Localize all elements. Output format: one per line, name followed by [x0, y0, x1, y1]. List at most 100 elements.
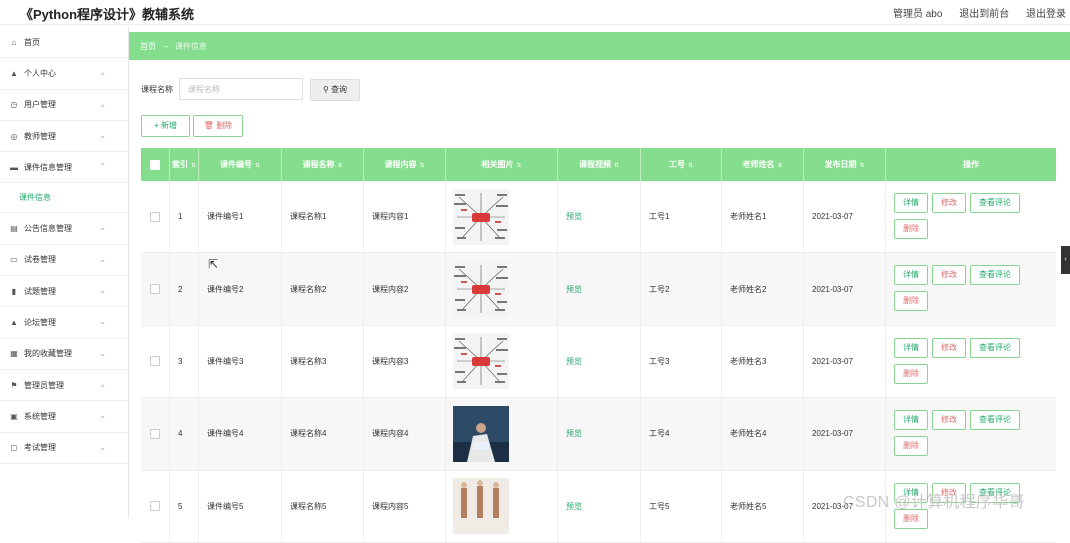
sidebar-subitem-courseware-info[interactable]: 课件信息 [0, 183, 128, 214]
cell-actions: 详情 修改 查看评论 删除 [886, 398, 1056, 469]
sidebar-item-paper-management[interactable]: ▭ 试卷管理 ⌄ [0, 245, 128, 277]
delete-button[interactable]: 🗑 删除 [193, 115, 243, 137]
search-button[interactable]: ⚲ 查询 [310, 79, 360, 101]
video-preview-link[interactable]: 预览 [566, 284, 582, 295]
view-comments-button[interactable]: 查看评论 [970, 193, 1020, 213]
edit-button[interactable]: 修改 [932, 410, 966, 431]
video-preview-link[interactable]: 预览 [566, 428, 582, 439]
plus-icon: + [154, 121, 159, 130]
row-delete-button[interactable]: 删除 [894, 363, 928, 384]
cell-content: 课程内容1 [364, 181, 446, 253]
edit-button[interactable]: 修改 [932, 193, 966, 213]
chevron-down-icon: ⌄ [99, 223, 106, 233]
sidebar-item-user-management[interactable]: ◷ 用户管理 ⌄ [0, 90, 128, 121]
cell-image[interactable] [446, 325, 558, 398]
detail-button[interactable]: 详情 [894, 410, 928, 431]
cell-actions: 详情 修改 查看评论 删除 [886, 253, 1056, 324]
header-name[interactable]: 课程名称 ⇅ [282, 148, 364, 181]
courseware-table: 索引 ⇅ 课件编号 ⇅ 课程名称 ⇅ 课程内容 ⇅ 相关图片 ⇅ 课程视频 ⇅ 工号 ⇅ 老师… [141, 148, 1056, 543]
collapse-tab[interactable]: ‹ [1061, 246, 1070, 274]
header-index[interactable]: 索引 ⇅ [170, 148, 199, 181]
view-comments-button[interactable]: 查看评论 [970, 337, 1020, 358]
add-button[interactable]: + 新增 [141, 115, 190, 137]
search-label: 课程名称 [141, 85, 173, 94]
row-checkbox-cell [141, 181, 170, 253]
row-delete-button[interactable]: 删除 [894, 291, 928, 312]
header-content[interactable]: 课程内容 ⇅ [364, 148, 446, 181]
video-preview-link[interactable]: 预览 [566, 501, 582, 512]
sidebar-item-courseware-management[interactable]: ▬ 课件信息管理 ⌃ [0, 152, 128, 184]
cell-index: 3 [170, 325, 199, 398]
sidebar-item-exam-management[interactable]: ◻ 考试管理 ⌄ [0, 433, 128, 464]
system-icon: ▣ [10, 411, 18, 421]
cell-name: 课程名称1 [282, 181, 364, 253]
header-select-all[interactable] [141, 148, 170, 181]
sidebar-item-notice-management[interactable]: ▤ 公告信息管理 ⌄ [0, 213, 128, 245]
row-checkbox[interactable] [150, 284, 160, 295]
paper-icon: ▭ [10, 255, 18, 265]
sort-icon: ⇅ [254, 163, 261, 169]
header-code[interactable]: 课件编号 ⇅ [199, 148, 282, 181]
sidebar-item-label: 试卷管理 [24, 255, 56, 265]
sidebar-item-home[interactable]: ⌂ 首页 [0, 27, 128, 59]
sidebar-item-forum-management[interactable]: ▲ 论坛管理 ⌄ [0, 307, 128, 339]
cell-actions: 详情 修改 查看评论 删除 [886, 181, 1056, 252]
row-delete-button[interactable]: 删除 [894, 436, 928, 457]
cell-image[interactable] [446, 181, 558, 253]
video-preview-link[interactable]: 预览 [566, 211, 582, 222]
sidebar-item-label: 管理员管理 [24, 380, 64, 390]
sidebar-item-question-management[interactable]: ▮ 试题管理 ⌄ [0, 276, 128, 308]
search-input[interactable] [179, 78, 303, 100]
cell-date: 2021-03-07 [804, 398, 886, 470]
sidebar-item-personal-center[interactable]: ▲ 个人中心 ⌄ [0, 58, 128, 90]
sort-icon: ⇅ [777, 163, 783, 169]
row-checkbox[interactable] [150, 501, 160, 512]
table-row: 1 课件编号1 课程名称1 课程内容1 预览 工号1 老师姓名1 2021-03-07 详情 … [141, 181, 1056, 254]
header-teacher[interactable]: 老师姓名 ⇅ [722, 148, 804, 181]
row-checkbox-cell [141, 398, 170, 470]
cell-job-number: 工号2 [641, 253, 722, 325]
cell-image[interactable] [446, 470, 558, 542]
sidebar-item-system-management[interactable]: ▣ 系统管理 ⌄ [0, 401, 128, 433]
row-delete-button[interactable]: 删除 [894, 219, 928, 239]
row-checkbox-cell [141, 470, 170, 542]
view-comments-button[interactable]: 查看评论 [970, 410, 1020, 431]
edit-button[interactable]: 修改 [932, 337, 966, 358]
clock-icon: ◷ [10, 100, 18, 110]
row-checkbox-cell [141, 253, 170, 325]
select-all-checkbox[interactable] [150, 159, 160, 170]
sidebar-item-teacher-management[interactable]: ◎ 教师管理 ⌄ [0, 121, 128, 153]
detail-button[interactable]: 详情 [894, 337, 928, 358]
header-job-number[interactable]: 工号 ⇅ [641, 148, 722, 181]
sidebar-item-label: 首页 [24, 37, 40, 47]
cell-index: 1 [170, 181, 199, 253]
detail-button[interactable]: 详情 [894, 193, 928, 213]
row-checkbox[interactable] [150, 211, 160, 222]
cell-video: 预览 [558, 181, 641, 253]
header-image[interactable]: 相关图片 ⇅ [446, 148, 558, 181]
detail-button[interactable]: 详情 [894, 265, 928, 286]
row-checkbox[interactable] [150, 356, 160, 367]
cell-image[interactable] [446, 253, 558, 325]
header-video[interactable]: 课程视频 ⇅ [558, 148, 641, 181]
sidebar-item-admin-management[interactable]: ⚑ 管理员管理 ⌄ [0, 370, 128, 402]
video-preview-link[interactable]: 预览 [566, 356, 582, 367]
circle-icon: ◎ [10, 131, 18, 141]
header-date[interactable]: 发布日期 ⇅ [804, 148, 886, 181]
logout-link[interactable]: 退出登录 [1026, 9, 1066, 20]
cell-image[interactable] [446, 398, 558, 470]
cell-index: 2 [170, 253, 199, 325]
breadcrumb-home[interactable]: 首页 [140, 41, 156, 52]
sidebar-item-label: 考试管理 [24, 443, 56, 453]
edit-button[interactable]: 修改 [932, 265, 966, 286]
chevron-down-icon: ⌄ [99, 442, 106, 452]
home-icon: ⌂ [11, 37, 17, 47]
exit-to-front-link[interactable]: 退出到前台 [959, 9, 1009, 20]
chevron-down-icon: ⌄ [99, 348, 106, 358]
row-checkbox[interactable] [150, 428, 160, 439]
sidebar-item-favorites-management[interactable]: ▦ 我的收藏管理 ⌄ [0, 339, 128, 370]
view-comments-button[interactable]: 查看评论 [970, 265, 1020, 286]
sidebar-item-label: 课件信息管理 [24, 162, 72, 172]
cell-content: 课程内容2 [364, 253, 446, 325]
cell-job-number: 工号3 [641, 325, 722, 398]
